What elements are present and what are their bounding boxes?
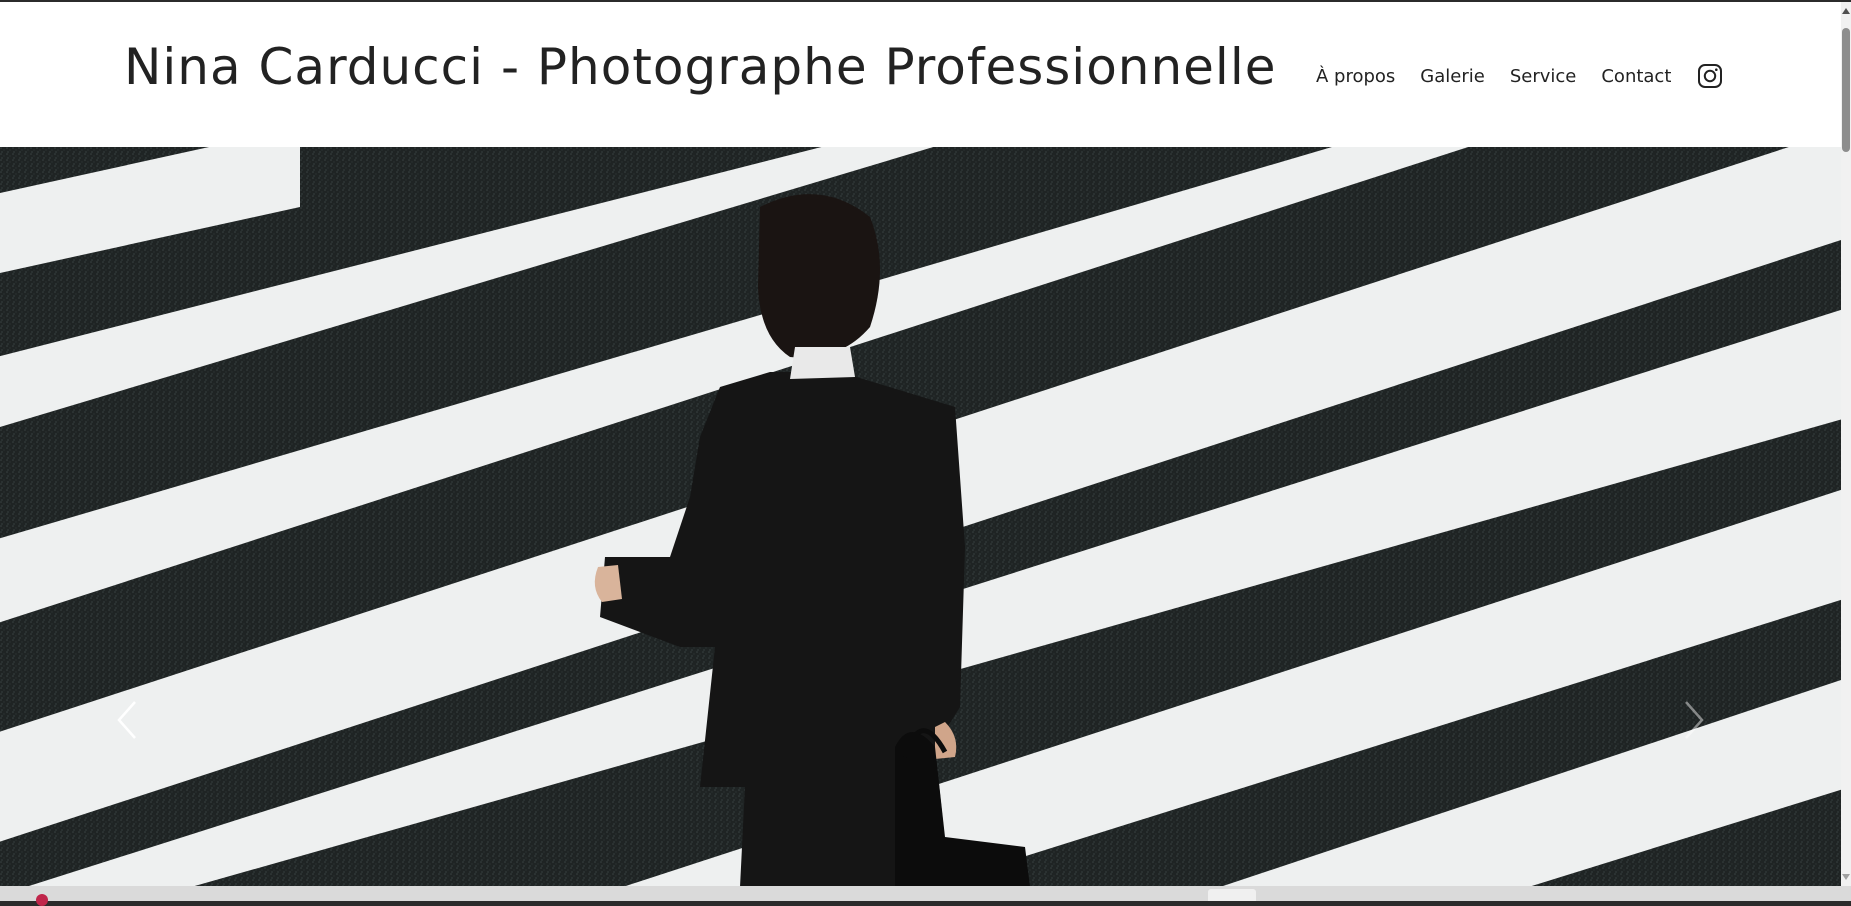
- browser-viewport: Nina Carducci - Photographe Professionne…: [0, 2, 1841, 886]
- scrollbar-thumb[interactable]: [1842, 28, 1850, 152]
- scroll-down-icon[interactable]: [1842, 874, 1850, 880]
- nav-link-service[interactable]: Service: [1510, 66, 1577, 87]
- carousel-next-button[interactable]: [1684, 692, 1724, 748]
- nav-link-about[interactable]: À propos: [1316, 66, 1395, 87]
- site-header: Nina Carducci - Photographe Professionne…: [0, 2, 1841, 147]
- carousel-prev-button[interactable]: [117, 692, 157, 748]
- scroll-up-icon[interactable]: [1842, 8, 1850, 14]
- instagram-icon[interactable]: [1696, 62, 1724, 90]
- nav-link-gallery[interactable]: Galerie: [1420, 66, 1485, 87]
- app-icon[interactable]: [36, 894, 48, 906]
- chevron-right-icon: [1685, 701, 1704, 739]
- taskbar-strip: [0, 886, 1851, 906]
- page-scrollbar[interactable]: [1841, 2, 1851, 886]
- taskbar-tab[interactable]: [1208, 889, 1256, 901]
- chevron-left-icon: [117, 701, 136, 739]
- main-nav: À propos Galerie Service Contact: [1316, 60, 1724, 92]
- nav-link-contact[interactable]: Contact: [1601, 66, 1671, 87]
- hero-carousel: [0, 147, 1841, 886]
- hero-photo: [0, 147, 1841, 886]
- site-title: Nina Carducci - Photographe Professionne…: [124, 38, 1277, 96]
